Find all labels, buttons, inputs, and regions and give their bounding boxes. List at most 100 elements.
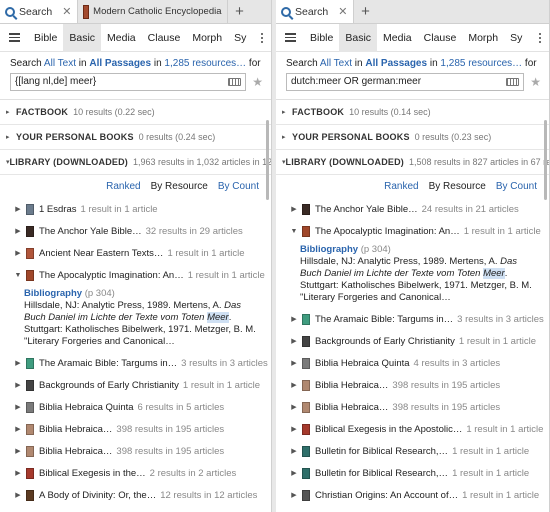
result-row[interactable]: ▶ The Aramaic Bible: Targums in… 3 results… xyxy=(0,352,271,374)
section-personal-books[interactable]: ▸ YOUR PERSONAL BOOKS 0 results (0.24 se… xyxy=(0,125,271,150)
kind-morph[interactable]: Morph xyxy=(186,24,228,52)
kind-bible[interactable]: Bible xyxy=(28,24,63,52)
expand-icon[interactable]: ▶ xyxy=(288,381,300,389)
sort-by-resource[interactable]: By Resource xyxy=(429,181,486,197)
result-row[interactable]: ▶ Biblia Hebraica… 398 results in 195 arti… xyxy=(276,396,549,418)
tab-search[interactable]: Search ✕ xyxy=(276,0,354,23)
expand-icon[interactable]: ▶ xyxy=(288,315,300,323)
result-row[interactable]: ▶ Biblia Hebraica… 398 results in 195 arti… xyxy=(0,440,271,462)
result-row[interactable]: ▶ Ancient Near Eastern Texts… 1 result in … xyxy=(0,242,271,264)
expand-icon[interactable]: ▶ xyxy=(12,491,24,499)
result-row[interactable]: ▶ Backgrounds of Early Christianity 1 resu… xyxy=(276,330,549,352)
result-row[interactable]: ▶ Backgrounds of Early Christianity 1 resu… xyxy=(0,374,271,396)
search-input[interactable]: {[lang nl,de] meer} xyxy=(10,73,247,91)
expand-icon[interactable]: ▶ xyxy=(12,381,24,389)
expand-icon[interactable]: ▶ xyxy=(12,205,24,213)
star-icon[interactable]: ★ xyxy=(530,75,541,89)
result-row[interactable]: ▶ Biblical Exegesis in the… 2 results in 2… xyxy=(0,462,271,484)
book-cover-icon xyxy=(26,203,34,215)
sort-ranked[interactable]: Ranked xyxy=(106,181,140,197)
kind-syntax[interactable]: Sy xyxy=(504,24,528,52)
kind-clause[interactable]: Clause xyxy=(142,24,187,52)
result-row[interactable]: ▼ The Apocalyptic Imagination: An… 1 resul… xyxy=(0,264,271,286)
expand-icon[interactable]: ▶ xyxy=(12,359,24,367)
collapse-icon[interactable]: ▼ xyxy=(12,272,24,279)
kind-media[interactable]: Media xyxy=(101,24,142,52)
result-row[interactable]: ▶ Christian Origins: An Account of… 1 resu… xyxy=(276,484,549,506)
bibliography-snippet: Bibliography (p 304) Hillsdale, NJ: Analy… xyxy=(276,242,549,308)
result-title: A Body of Divinity: Or, the… xyxy=(39,489,157,501)
tab-modern-catholic-encyclopedia[interactable]: Modern Catholic Encyclopedia xyxy=(78,0,228,23)
section-library[interactable]: ▾ LIBRARY (DOWNLOADED) 1,508 results in … xyxy=(276,150,549,175)
result-row[interactable]: ▶ Biblia Hebraica… 398 results in 195 arti… xyxy=(0,418,271,440)
result-row[interactable]: ▶ Biblia Hebraica Quinta 4 results in 3 ar… xyxy=(276,352,549,374)
more-options-icon[interactable] xyxy=(531,32,549,43)
sort-ranked[interactable]: Ranked xyxy=(384,181,418,197)
all-passages-link[interactable]: All Passages xyxy=(365,58,427,69)
section-personal-books[interactable]: ▸ YOUR PERSONAL BOOKS 0 results (0.23 se… xyxy=(276,125,549,150)
bibliography-title[interactable]: Bibliography xyxy=(300,244,358,255)
expand-icon[interactable]: ▶ xyxy=(288,359,300,367)
kind-bible[interactable]: Bible xyxy=(304,24,339,52)
expand-icon[interactable]: ▶ xyxy=(12,249,24,257)
result-row[interactable]: ▶ Biblia Hebraica Quinta 6 results in 5 ar… xyxy=(0,396,271,418)
result-row[interactable]: ▶ Bulletin for Biblical Research,… 1 resul… xyxy=(276,462,549,484)
kind-syntax[interactable]: Sy xyxy=(228,24,252,52)
expand-icon[interactable]: ▶ xyxy=(288,337,300,345)
kind-clause[interactable]: Clause xyxy=(418,24,463,52)
result-row[interactable]: ▶ The Anchor Yale Bible… 32 results in 29 … xyxy=(0,220,271,242)
section-factbook[interactable]: ▸ FACTBOOK 10 results (0.22 sec) xyxy=(0,100,271,125)
result-row[interactable]: ▶ Biblical Exegesis in the Apostolic… 1 re… xyxy=(276,418,549,440)
hamburger-menu-icon[interactable] xyxy=(0,33,28,42)
result-row[interactable]: ▶ Bulletin for Biblical Research,… 1 resul… xyxy=(276,440,549,462)
hamburger-menu-icon[interactable] xyxy=(276,33,304,42)
keyboard-icon[interactable] xyxy=(506,78,520,86)
expand-icon[interactable]: ▶ xyxy=(12,227,24,235)
expand-icon[interactable]: ▶ xyxy=(12,403,24,411)
expand-icon[interactable]: ▶ xyxy=(288,447,300,455)
add-tab-button[interactable]: + xyxy=(354,0,378,23)
result-row[interactable]: ▶ A Body of Divinity: Or, the… 12 results … xyxy=(0,484,271,506)
result-row[interactable]: ▶ Biblia Hebraica… 398 results in 195 arti… xyxy=(276,374,549,396)
bibliography-heading[interactable]: Bibliography (p 304) xyxy=(24,288,263,300)
expand-icon[interactable]: ▶ xyxy=(12,469,24,477)
more-options-icon[interactable] xyxy=(253,32,271,43)
all-text-link[interactable]: All Text xyxy=(320,58,352,69)
sort-by-resource[interactable]: By Resource xyxy=(151,181,208,197)
all-text-link[interactable]: All Text xyxy=(44,58,76,69)
search-input[interactable]: dutch:meer OR german:meer xyxy=(286,73,525,91)
resources-link[interactable]: 1,285 resources… xyxy=(440,58,522,69)
expand-icon[interactable]: ▶ xyxy=(12,447,24,455)
scrollbar[interactable] xyxy=(266,120,269,200)
expand-icon[interactable]: ▶ xyxy=(12,425,24,433)
result-row[interactable]: ▶ The Anchor Yale Bible… 24 results in 21 … xyxy=(276,198,549,220)
sort-by-count[interactable]: By Count xyxy=(496,181,537,197)
expand-icon[interactable]: ▶ xyxy=(288,205,300,213)
bibliography-heading[interactable]: Bibliography (p 304) xyxy=(300,244,541,256)
result-row[interactable]: ▼ The Apocalyptic Imagination: An… 1 resul… xyxy=(276,220,549,242)
star-icon[interactable]: ★ xyxy=(252,75,263,89)
kind-morph[interactable]: Morph xyxy=(462,24,504,52)
tab-search[interactable]: Search ✕ xyxy=(0,0,78,23)
expand-icon[interactable]: ▶ xyxy=(288,491,300,499)
collapse-icon[interactable]: ▼ xyxy=(288,228,300,235)
result-row[interactable]: ▶ The Aramaic Bible: Targums in… 3 results… xyxy=(276,308,549,330)
sort-by-count[interactable]: By Count xyxy=(218,181,259,197)
section-factbook[interactable]: ▸ FACTBOOK 10 results (0.14 sec) xyxy=(276,100,549,125)
kind-media[interactable]: Media xyxy=(377,24,418,52)
add-tab-button[interactable]: + xyxy=(228,0,252,23)
result-row[interactable]: ▶ 1 Esdras 1 result in 1 article xyxy=(0,198,271,220)
close-icon[interactable]: ✕ xyxy=(338,5,347,18)
expand-icon[interactable]: ▶ xyxy=(288,403,300,411)
keyboard-icon[interactable] xyxy=(228,78,242,86)
kind-basic[interactable]: Basic xyxy=(63,23,102,52)
scrollbar[interactable] xyxy=(544,120,547,200)
section-library[interactable]: ▾ LIBRARY (DOWNLOADED) 1,963 results in … xyxy=(0,150,271,175)
bibliography-title[interactable]: Bibliography xyxy=(24,288,82,299)
kind-basic[interactable]: Basic xyxy=(339,23,378,52)
all-passages-link[interactable]: All Passages xyxy=(89,58,151,69)
close-icon[interactable]: ✕ xyxy=(62,5,71,18)
expand-icon[interactable]: ▶ xyxy=(288,469,300,477)
expand-icon[interactable]: ▶ xyxy=(288,425,300,433)
resources-link[interactable]: 1,285 resources… xyxy=(164,58,246,69)
